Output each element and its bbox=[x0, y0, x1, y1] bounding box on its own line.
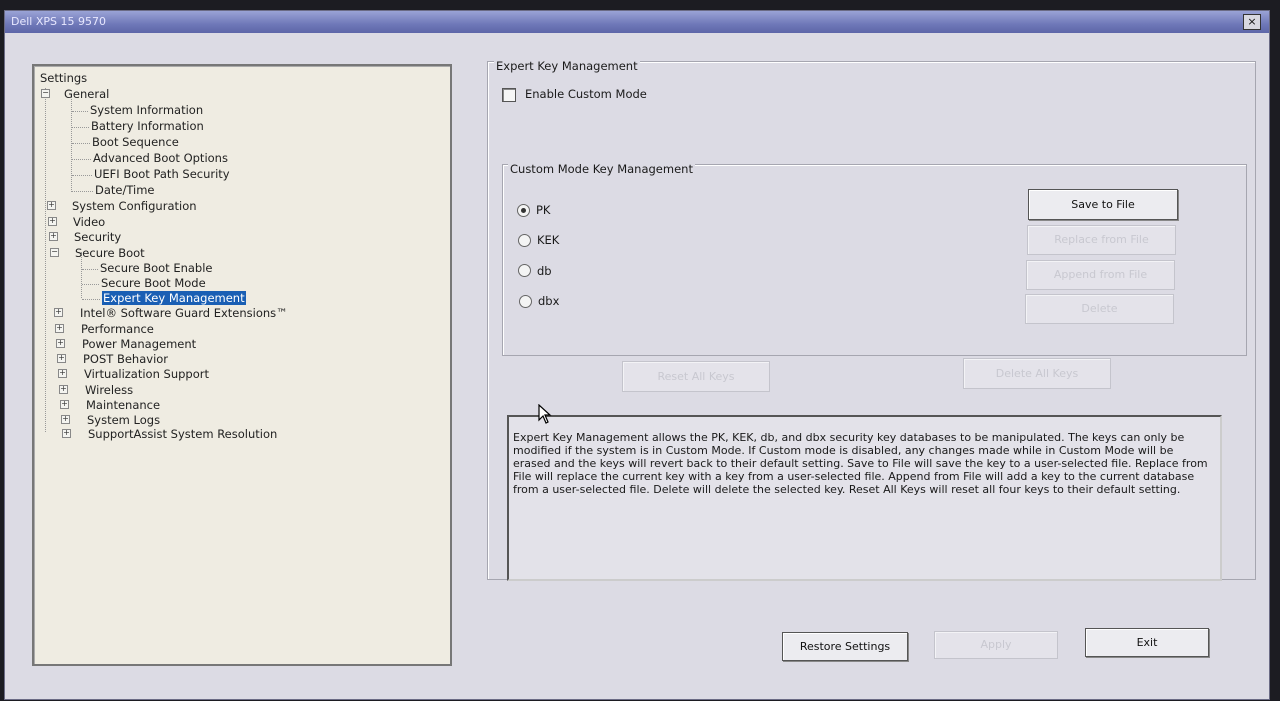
tree-item-system-configuration[interactable]: System Configuration bbox=[72, 199, 197, 213]
tree-item-system-information[interactable]: System Information bbox=[90, 103, 203, 117]
bios-setup-window: Dell XPS 15 9570 × Settings − General Sy… bbox=[4, 10, 1270, 700]
tree-connector bbox=[45, 88, 46, 432]
radio-db[interactable] bbox=[518, 264, 531, 277]
append-from-file-button[interactable]: Append from File bbox=[1026, 260, 1175, 290]
tree-item-virtualization-support[interactable]: Virtualization Support bbox=[84, 367, 209, 381]
title-bar: Dell XPS 15 9570 × bbox=[5, 11, 1269, 33]
window-title: Dell XPS 15 9570 bbox=[11, 15, 106, 28]
tree-connector bbox=[72, 159, 91, 160]
tree-item-secure-boot[interactable]: Secure Boot bbox=[75, 246, 145, 260]
radio-kek-label: KEK bbox=[537, 233, 560, 247]
mouse-pointer-icon bbox=[538, 403, 552, 427]
tree-connector bbox=[72, 175, 92, 176]
apply-button[interactable]: Apply bbox=[934, 631, 1058, 659]
radio-dbx-label: dbx bbox=[538, 294, 560, 308]
custom-group-title: Custom Mode Key Management bbox=[508, 162, 695, 176]
tree-connector bbox=[72, 191, 93, 192]
help-description: Expert Key Management allows the PK, KEK… bbox=[507, 415, 1222, 581]
tree-item-expert-key-management[interactable]: Expert Key Management bbox=[102, 291, 246, 305]
tree-item-secure-boot-enable[interactable]: Secure Boot Enable bbox=[100, 261, 213, 275]
tree-item-supportassist[interactable]: SupportAssist System Resolution bbox=[88, 427, 277, 441]
collapse-icon[interactable]: − bbox=[41, 89, 50, 98]
radio-kek[interactable] bbox=[518, 234, 531, 247]
collapse-icon[interactable]: − bbox=[50, 248, 59, 257]
expand-icon[interactable]: + bbox=[56, 339, 65, 348]
expand-icon[interactable]: + bbox=[47, 201, 56, 210]
tree-connector bbox=[72, 127, 89, 128]
replace-from-file-button[interactable]: Replace from File bbox=[1027, 225, 1176, 255]
tree-item-security[interactable]: Security bbox=[74, 230, 121, 244]
reset-all-keys-button[interactable]: Reset All Keys bbox=[622, 361, 770, 392]
tree-item-uefi-boot-path-security[interactable]: UEFI Boot Path Security bbox=[94, 167, 230, 181]
close-button[interactable]: × bbox=[1243, 14, 1261, 30]
expand-icon[interactable]: + bbox=[54, 308, 63, 317]
tree-root-settings[interactable]: Settings bbox=[40, 71, 87, 85]
expand-icon[interactable]: + bbox=[58, 369, 67, 378]
expand-icon[interactable]: + bbox=[49, 232, 58, 241]
tree-item-battery-information[interactable]: Battery Information bbox=[91, 119, 204, 133]
tree-item-secure-boot-mode[interactable]: Secure Boot Mode bbox=[101, 276, 206, 290]
expand-icon[interactable]: + bbox=[61, 415, 70, 424]
expand-icon[interactable]: + bbox=[55, 324, 64, 333]
tree-connector bbox=[72, 143, 90, 144]
save-to-file-button[interactable]: Save to File bbox=[1028, 189, 1178, 220]
tree-connector bbox=[82, 284, 99, 285]
expand-icon[interactable]: + bbox=[57, 354, 66, 363]
expand-icon[interactable]: + bbox=[62, 429, 71, 438]
radio-pk-label: PK bbox=[536, 203, 551, 217]
radio-dbx[interactable] bbox=[519, 295, 532, 308]
tree-item-date-time[interactable]: Date/Time bbox=[95, 183, 155, 197]
exit-button[interactable]: Exit bbox=[1085, 628, 1209, 657]
settings-tree[interactable]: Settings − General System Information Ba… bbox=[32, 64, 452, 666]
tree-item-intel-sgx[interactable]: Intel® Software Guard Extensions™ bbox=[80, 306, 288, 320]
tree-item-performance[interactable]: Performance bbox=[81, 322, 154, 336]
tree-item-wireless[interactable]: Wireless bbox=[85, 383, 133, 397]
tree-connector bbox=[82, 269, 98, 270]
tree-item-general[interactable]: General bbox=[64, 87, 109, 101]
expand-icon[interactable]: + bbox=[60, 400, 69, 409]
tree-item-advanced-boot-options[interactable]: Advanced Boot Options bbox=[93, 151, 228, 165]
tree-connector bbox=[82, 299, 100, 300]
expand-icon[interactable]: + bbox=[59, 385, 68, 394]
tree-item-maintenance[interactable]: Maintenance bbox=[86, 398, 160, 412]
tree-item-boot-sequence[interactable]: Boot Sequence bbox=[92, 135, 179, 149]
delete-button[interactable]: Delete bbox=[1025, 294, 1174, 324]
radio-db-label: db bbox=[537, 264, 552, 278]
enable-custom-mode-label: Enable Custom Mode bbox=[525, 87, 647, 101]
tree-connector bbox=[72, 111, 88, 112]
tree-item-post-behavior[interactable]: POST Behavior bbox=[83, 352, 168, 366]
expand-icon[interactable]: + bbox=[48, 217, 57, 226]
tree-item-video[interactable]: Video bbox=[73, 215, 105, 229]
tree-item-system-logs[interactable]: System Logs bbox=[87, 413, 160, 427]
radio-pk[interactable] bbox=[517, 204, 530, 217]
restore-settings-button[interactable]: Restore Settings bbox=[782, 632, 908, 661]
delete-all-keys-button[interactable]: Delete All Keys bbox=[963, 358, 1111, 389]
enable-custom-mode-checkbox[interactable] bbox=[502, 88, 516, 102]
tree-item-power-management[interactable]: Power Management bbox=[82, 337, 196, 351]
group-title: Expert Key Management bbox=[494, 59, 640, 73]
